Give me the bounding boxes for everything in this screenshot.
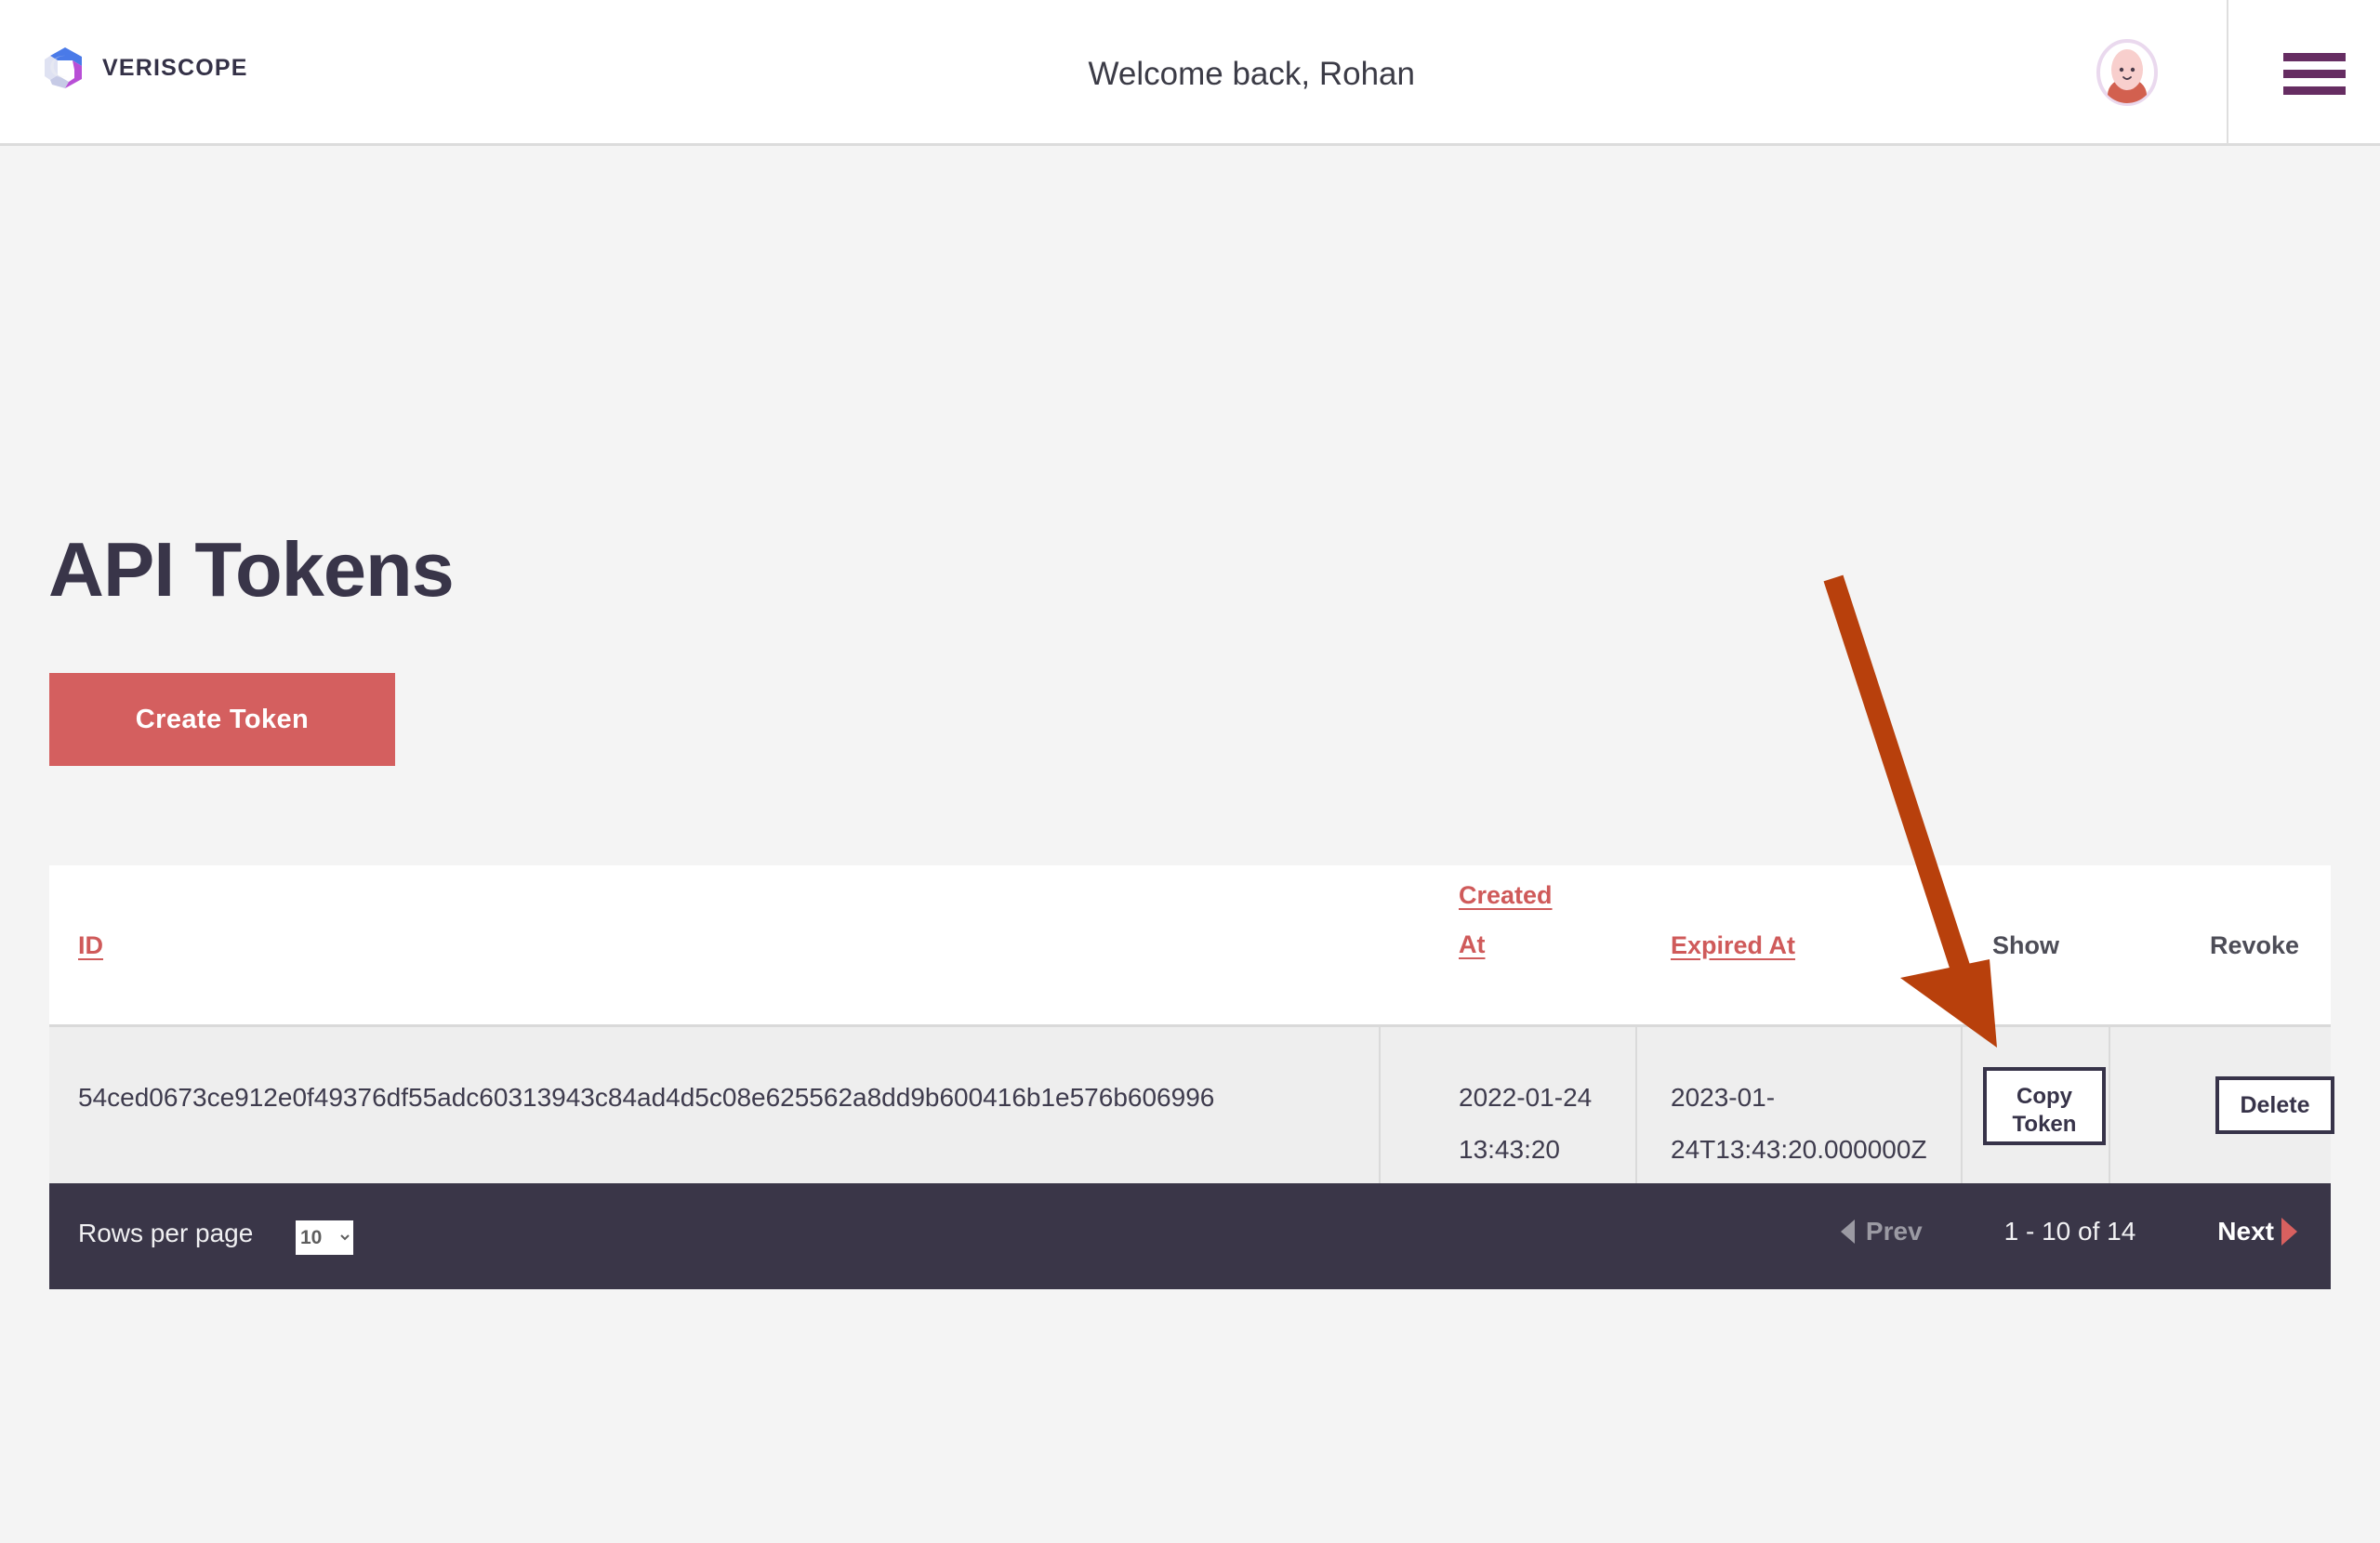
cell-expired-at: 2023-01- 24T13:43:20.000000Z (1671, 1027, 1987, 1183)
hamburger-menu-icon[interactable] (2283, 53, 2346, 95)
expired-at-part1: 2023-01- (1671, 1083, 1776, 1112)
table-footer: Rows per page 10 Prev 1 - 10 of 14 Next (49, 1183, 2331, 1289)
token-id-value: 54ced0673ce912e0f49376df55adc60313943c84… (78, 1083, 1215, 1112)
hamburger-bar-2 (2283, 70, 2346, 78)
column-header-id[interactable]: ID (78, 921, 190, 970)
created-at-date: 2022-01-24 (1459, 1083, 1593, 1112)
column-divider (2109, 1027, 2110, 1183)
prev-label: Prev (1865, 1217, 1923, 1246)
next-page-button[interactable]: Next (2217, 1217, 2297, 1246)
page-content: API Tokens Create Token ID Created At Ex… (0, 146, 2380, 1543)
created-at-time: 13:43:20 (1459, 1135, 1560, 1164)
triangle-right-icon (2281, 1218, 2297, 1246)
veriscope-swirl-logo-icon (45, 47, 82, 88)
expired-at-part2: 24T13:43:20.000000Z (1671, 1135, 1927, 1164)
next-label: Next (2217, 1217, 2274, 1246)
rows-per-page-select[interactable]: 10 (296, 1220, 353, 1255)
welcome-message: Welcome back, Rohan (1088, 56, 1415, 92)
column-header-created-at-line2: At (1459, 930, 1486, 958)
user-avatar[interactable] (2096, 39, 2158, 106)
pagination-controls: Prev 1 - 10 of 14 Next (1840, 1217, 2297, 1246)
created-at-value: 2022-01-24 13:43:20 (1459, 1072, 1645, 1176)
column-header-created-at[interactable]: Created At (1459, 871, 1570, 969)
expired-at-value: 2023-01- 24T13:43:20.000000Z (1671, 1072, 1987, 1176)
cell-created-at: 2022-01-24 13:43:20 (1459, 1027, 1645, 1183)
brand-logo[interactable]: VERISCOPE (41, 44, 248, 92)
api-tokens-table: ID Created At Expired At Show Revoke 54c… (49, 865, 2334, 1289)
copy-token-label-line1: Copy (2016, 1084, 2072, 1109)
column-header-show: Show (1992, 931, 2059, 959)
create-token-button[interactable]: Create Token (49, 673, 395, 766)
cell-token-id: 54ced0673ce912e0f49376df55adc60313943c84… (78, 1027, 1380, 1183)
header-divider (2227, 0, 2228, 144)
triangle-left-icon (1840, 1220, 1855, 1244)
app-header: VERISCOPE Welcome back, Rohan (0, 0, 2380, 146)
brand-name: VERISCOPE (102, 54, 248, 81)
hamburger-bar-1 (2283, 53, 2346, 61)
column-header-expired-at[interactable]: Expired At (1671, 921, 1875, 970)
hamburger-bar-3 (2283, 86, 2346, 95)
table-row: 54ced0673ce912e0f49376df55adc60313943c84… (49, 1027, 2334, 1183)
column-header-revoke: Revoke (2210, 931, 2300, 959)
column-header-created-at-line1: Created (1459, 881, 1553, 909)
page-title: API Tokens (48, 526, 455, 613)
table-header-row: ID Created At Expired At Show Revoke (49, 865, 2331, 1027)
copy-token-button[interactable]: Copy Token (1983, 1067, 2106, 1145)
copy-token-label-line2: Token (2012, 1112, 2077, 1137)
prev-page-button[interactable]: Prev (1840, 1217, 1923, 1246)
pagination-range: 1 - 10 of 14 (2003, 1217, 2136, 1246)
delete-token-button[interactable]: Delete (2215, 1076, 2334, 1134)
rows-per-page-label: Rows per page (78, 1219, 254, 1247)
